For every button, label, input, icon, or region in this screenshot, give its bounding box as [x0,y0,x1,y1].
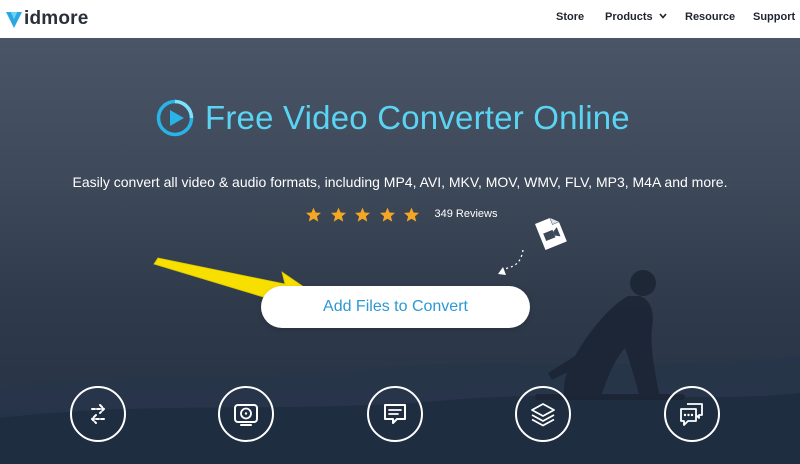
convert-arrows-icon [91,404,105,424]
star-icon [330,207,346,222]
top-navigation-bar: idmore Store Products Resource Support [0,0,800,38]
video-reel-icon [234,404,258,426]
chevron-down-icon [659,13,667,19]
hero-subtitle: Easily convert all video & audio formats… [72,174,728,190]
chat-bubbles-icon [680,403,703,426]
nav-support-link[interactable]: Support [753,11,795,23]
nav-store-link[interactable]: Store [556,11,584,23]
nav-products-menu[interactable]: Products [605,11,667,23]
feature-convert [70,386,126,442]
video-file-icon [535,217,567,250]
nav-products-label: Products [605,11,653,23]
vidmore-logo[interactable]: idmore [5,7,89,31]
layers-icon [531,403,555,427]
subtitle-chat-icon [384,404,406,424]
rating: 349 Reviews [305,206,497,222]
hero-title: Free Video Converter Online [155,94,630,142]
feature-video [218,386,274,442]
feature-subtitle [367,386,423,442]
star-icon [306,207,321,222]
feature-chat [664,386,720,442]
hero-section: Free Video Converter Online Easily conve… [0,38,800,464]
star-icon [404,207,419,222]
add-files-button[interactable]: Add Files to Convert [261,286,530,328]
star-icon [355,207,370,222]
feature-layers [515,386,571,442]
play-logo-icon [156,99,194,137]
logo-text: idmore [24,8,89,29]
nav-resource-link[interactable]: Resource [685,11,735,23]
hero-title-text: Free Video Converter Online [205,99,630,136]
star-icon [379,207,395,222]
vidmore-logo-icon [6,12,22,28]
dotted-arrow [502,249,524,271]
reviews-count[interactable]: 349 Reviews [435,208,498,220]
